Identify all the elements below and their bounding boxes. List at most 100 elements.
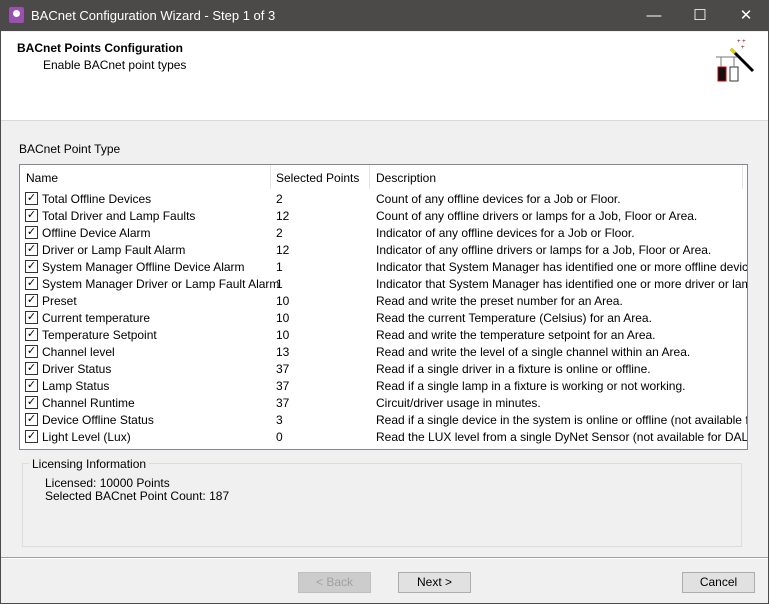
back-button[interactable]: < Back [298,572,371,593]
next-button[interactable]: Next > [398,572,471,593]
selected-points: 13 [276,345,290,359]
table-row[interactable]: ✓ Lamp Status 37 Read if a single lamp i… [20,377,747,394]
table-row[interactable]: ✓ Driver Status 37 Read if a single driv… [20,360,747,377]
selected-points: 10 [276,311,290,325]
point-name: Total Offline Devices [42,192,152,206]
table-row[interactable]: ✓ Device Offline Status 3 Read if a sing… [20,411,747,428]
selected-points: 3 [276,413,283,427]
point-description: Read the LUX level from a single DyNet S… [376,430,748,444]
table-row[interactable]: ✓ Total Offline Devices 2 Count of any o… [20,190,747,207]
row-checkbox[interactable]: ✓ [25,362,38,375]
column-header-name[interactable]: Name [26,171,58,185]
point-name: Channel Runtime [42,396,135,410]
point-description: Read if a single lamp in a fixture is wo… [376,379,686,393]
point-name: Light Level (Lux) [42,430,131,444]
table-row[interactable]: ✓ Channel Runtime 37 Circuit/driver usag… [20,394,747,411]
point-description: Read and write the preset number for an … [376,294,623,308]
page-subtitle: Enable BACnet point types [43,58,187,72]
section-label: BACnet Point Type [19,142,121,156]
row-checkbox[interactable]: ✓ [25,396,38,409]
minimize-button[interactable]: — [631,0,677,31]
row-checkbox[interactable]: ✓ [25,209,38,222]
selected-points: 10 [276,294,290,308]
row-checkbox[interactable]: ✓ [25,192,38,205]
row-checkbox[interactable]: ✓ [25,413,38,426]
point-name: Driver or Lamp Fault Alarm [42,243,186,257]
table-row[interactable]: ✓ Total Driver and Lamp Faults 12 Count … [20,207,747,224]
point-description: Read and write the level of a single cha… [376,345,691,359]
point-description: Indicator that System Manager has identi… [376,260,748,274]
point-name: Device Offline Status [42,413,154,427]
point-name: Driver Status [42,362,112,376]
point-description: Read and write the temperature setpoint … [376,328,656,342]
point-name: Offline Device Alarm [42,226,151,240]
point-name: Temperature Setpoint [42,328,157,342]
point-description: Read if a single driver in a fixture is … [376,362,651,376]
row-checkbox[interactable]: ✓ [25,328,38,341]
row-checkbox[interactable]: ✓ [25,294,38,307]
point-name: Total Driver and Lamp Faults [42,209,196,223]
wizard-header: BACnet Points Configuration Enable BACne… [1,32,768,121]
column-header-selected-points[interactable]: Selected Points [276,171,359,185]
point-description: Circuit/driver usage in minutes. [376,396,541,410]
row-checkbox[interactable]: ✓ [25,379,38,392]
title-bar: BACnet Configuration Wizard - Step 1 of … [0,0,769,31]
table-row[interactable]: ✓ System Manager Offline Device Alarm 1 … [20,258,747,275]
point-type-table: Name Selected Points Description ✓ Total… [19,164,748,450]
point-description: Indicator of any offline drivers or lamp… [376,243,712,257]
table-row[interactable]: ✓ Preset 10 Read and write the preset nu… [20,292,747,309]
row-checkbox[interactable]: ✓ [25,430,38,443]
selected-points: 0 [276,430,283,444]
svg-text:+: + [741,45,745,51]
row-checkbox[interactable]: ✓ [25,345,38,358]
maximize-button[interactable]: ☐ [677,0,723,31]
point-name: Lamp Status [42,379,110,393]
table-row[interactable]: ✓ Temperature Setpoint 10 Read and write… [20,326,747,343]
selected-points: 2 [276,226,283,240]
row-checkbox[interactable]: ✓ [25,243,38,256]
selected-points: 12 [276,243,290,257]
point-description: Indicator of any offline devices for a J… [376,226,635,240]
app-bulb-icon [9,7,24,23]
point-name: Channel level [42,345,115,359]
selected-points: 12 [276,209,290,223]
licensing-title: Licensing Information [29,457,150,471]
page-title: BACnet Points Configuration [17,41,183,55]
row-checkbox[interactable]: ✓ [25,277,38,290]
selected-points: 37 [276,396,290,410]
point-description: Read if a single device in the system is… [376,413,748,427]
table-row[interactable]: ✓ Current temperature 10 Read the curren… [20,309,747,326]
table-row[interactable]: ✓ System Manager Driver or Lamp Fault Al… [20,275,747,292]
wizard-wand-icon: + ++ [716,39,755,82]
point-name: Preset [42,294,77,308]
row-checkbox[interactable]: ✓ [25,260,38,273]
table-row[interactable]: ✓ Channel level 13 Read and write the le… [20,343,747,360]
cancel-button[interactable]: Cancel [682,572,755,593]
point-name: System Manager Driver or Lamp Fault Alar… [42,277,280,291]
point-name: System Manager Offline Device Alarm [42,260,245,274]
table-row[interactable]: ✓ Offline Device Alarm 2 Indicator of an… [20,224,747,241]
column-header-description[interactable]: Description [376,171,436,185]
selected-point-count: Selected BACnet Point Count: 187 [45,489,230,503]
point-name: Current temperature [42,311,151,325]
selected-points: 37 [276,362,290,376]
point-description: Indicator that System Manager has identi… [376,277,748,291]
selected-points: 10 [276,328,290,342]
window-title: BACnet Configuration Wizard - Step 1 of … [31,8,276,23]
table-row[interactable]: ✓ Driver or Lamp Fault Alarm 12 Indicato… [20,241,747,258]
footer-divider [1,557,768,559]
table-row[interactable]: ✓ Light Level (Lux) 0 Read the LUX level… [20,428,747,445]
table-header: Name Selected Points Description [20,165,747,189]
close-button[interactable]: ✕ [723,0,769,31]
row-checkbox[interactable]: ✓ [25,311,38,324]
selected-points: 1 [276,277,283,291]
selected-points: 37 [276,379,290,393]
point-description: Count of any offline devices for a Job o… [376,192,621,206]
selected-points: 2 [276,192,283,206]
point-description: Count of any offline drivers or lamps fo… [376,209,698,223]
row-checkbox[interactable]: ✓ [25,226,38,239]
selected-points: 1 [276,260,283,274]
licensed-points: Licensed: 10000 Points [45,476,170,490]
point-description: Read the current Temperature (Celsius) f… [376,311,652,325]
licensing-group: Licensing Information Licensed: 10000 Po… [22,457,742,547]
